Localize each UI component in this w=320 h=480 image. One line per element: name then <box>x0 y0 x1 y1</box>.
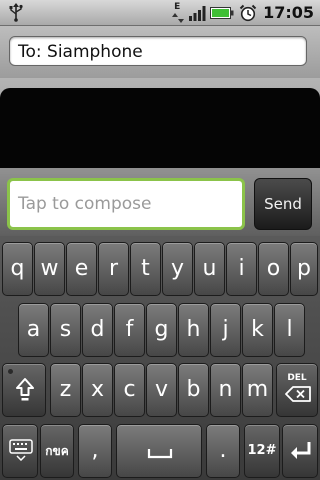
symbols-key[interactable]: 12# <box>244 424 280 478</box>
send-button[interactable]: Send <box>254 178 312 230</box>
message-area <box>0 78 320 174</box>
message-list[interactable] <box>0 88 320 168</box>
backspace-icon <box>285 386 311 402</box>
key-i[interactable]: i <box>226 242 257 296</box>
key-e[interactable]: e <box>66 242 97 296</box>
data-arrows-icon <box>172 12 185 23</box>
key-h[interactable]: h <box>178 303 209 357</box>
shift-key[interactable] <box>2 363 46 417</box>
compose-bar: Tap to compose Send <box>0 174 320 236</box>
comma-key[interactable]: , <box>78 424 112 478</box>
key-p[interactable]: p <box>290 242 318 296</box>
alarm-icon <box>239 4 257 21</box>
enter-icon <box>291 442 311 459</box>
status-bar: E 17:05 <box>0 0 320 26</box>
key-m[interactable]: m <box>242 363 273 417</box>
key-z[interactable]: z <box>50 363 81 417</box>
network-type-label: E <box>174 1 181 12</box>
recipient-field[interactable]: To: Siamphone <box>9 36 307 66</box>
key-s[interactable]: s <box>50 303 81 357</box>
period-key[interactable]: . <box>206 424 240 478</box>
delete-key[interactable]: DEL <box>276 363 318 417</box>
key-o[interactable]: o <box>258 242 289 296</box>
key-v[interactable]: v <box>146 363 177 417</box>
keyboard-settings-key[interactable] <box>2 424 38 478</box>
key-y[interactable]: y <box>162 242 193 296</box>
signal-icon <box>189 5 206 21</box>
key-b[interactable]: b <box>178 363 209 417</box>
key-a[interactable]: a <box>18 303 49 357</box>
enter-key[interactable] <box>282 424 318 478</box>
usb-icon <box>9 3 23 22</box>
shift-icon <box>16 378 34 401</box>
space-icon <box>147 449 173 459</box>
key-x[interactable]: x <box>82 363 113 417</box>
keyboard: q w e r t y u i o p a s d f g h j k l z … <box>0 236 320 480</box>
key-q[interactable]: q <box>2 242 33 296</box>
key-d[interactable]: d <box>82 303 113 357</box>
key-t[interactable]: t <box>130 242 161 296</box>
key-n[interactable]: n <box>210 363 241 417</box>
recipient-bar: To: Siamphone <box>0 26 320 78</box>
compose-input[interactable]: Tap to compose <box>7 178 245 230</box>
keyboard-settings-icon <box>9 439 33 461</box>
network-indicator: E <box>172 1 185 24</box>
key-u[interactable]: u <box>194 242 225 296</box>
key-c[interactable]: c <box>114 363 145 417</box>
space-key[interactable] <box>116 424 202 478</box>
key-w[interactable]: w <box>34 242 65 296</box>
delete-label: DEL <box>287 373 307 383</box>
key-g[interactable]: g <box>146 303 177 357</box>
language-key[interactable]: กขค <box>40 424 74 478</box>
key-j[interactable]: j <box>210 303 241 357</box>
clock: 17:05 <box>263 3 314 22</box>
battery-icon <box>210 6 234 19</box>
key-k[interactable]: k <box>242 303 273 357</box>
key-r[interactable]: r <box>98 242 129 296</box>
key-f[interactable]: f <box>114 303 145 357</box>
caps-indicator <box>8 369 13 374</box>
key-l[interactable]: l <box>274 303 305 357</box>
